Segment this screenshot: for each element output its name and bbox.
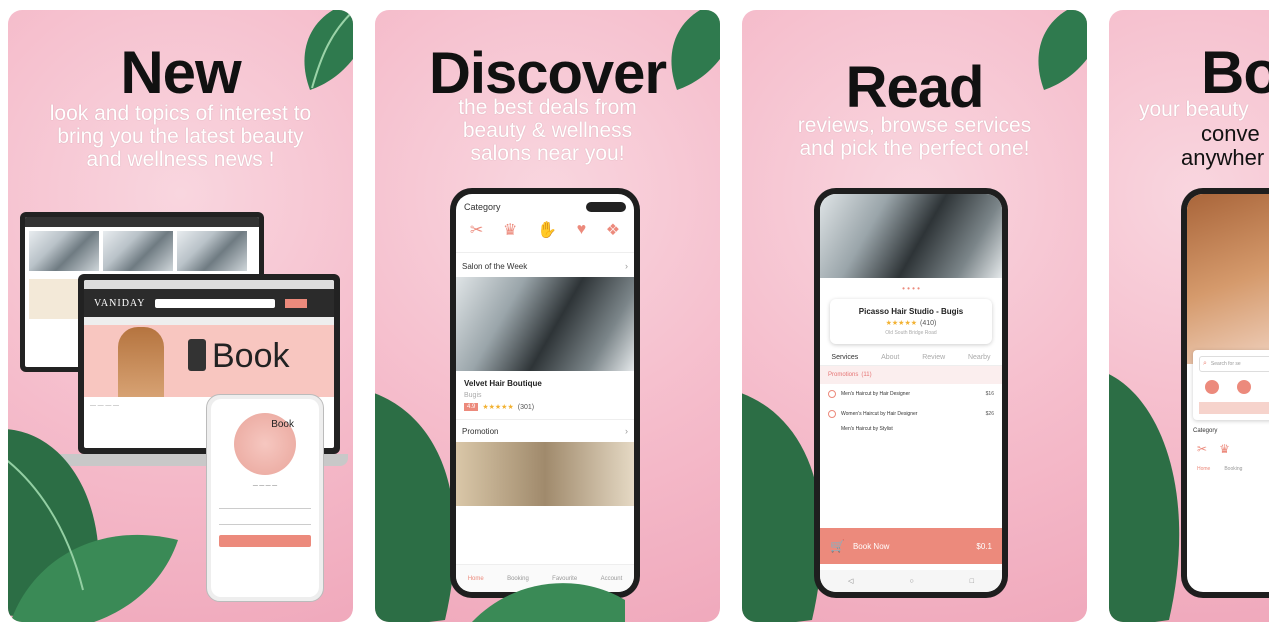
search-placeholder: Search for se bbox=[1210, 361, 1241, 367]
panel-subtitle: the best deals from beauty & wellness sa… bbox=[375, 96, 720, 165]
panel-title: Bo bbox=[1201, 39, 1269, 106]
star-rating-icon: ★★★★★ bbox=[885, 320, 918, 327]
chevron-right-icon[interactable]: › bbox=[625, 261, 628, 271]
service-row[interactable]: Men's Haircut by Stylist bbox=[820, 424, 1002, 434]
promotion-label: Promotion bbox=[462, 426, 499, 436]
tab-review[interactable]: Review bbox=[922, 354, 945, 361]
category-hair-icon[interactable]: ✂ bbox=[1197, 442, 1207, 456]
phone-book-label: Book bbox=[271, 419, 294, 430]
nav-booking[interactable]: Booking bbox=[1224, 466, 1242, 472]
subtitle-line: look and topics of interest to bbox=[49, 102, 312, 125]
subtitle-line: and pick the perfect one! bbox=[799, 137, 1030, 160]
panel-subtitle: your beauty bbox=[1139, 98, 1269, 121]
home-icon[interactable]: ○ bbox=[909, 578, 913, 585]
hero-photo bbox=[1187, 194, 1269, 364]
panel-subtitle: reviews, browse services and pick the pe… bbox=[742, 114, 1087, 160]
panel-title: Read bbox=[845, 55, 985, 120]
web-logo: VANIDAY bbox=[94, 297, 146, 309]
search-input[interactable]: ⌕ Search for se bbox=[1199, 356, 1269, 372]
service-row[interactable]: Men's Haircut by Hair Designer $16 bbox=[820, 384, 1002, 404]
leaf-bottom-icon bbox=[472, 583, 625, 622]
panel-subtitle: look and topics of interest to bring you… bbox=[8, 102, 353, 171]
web-search-button[interactable] bbox=[285, 298, 308, 308]
category-nails-icon[interactable]: ♛ bbox=[1219, 442, 1230, 456]
rating-count: (301) bbox=[517, 403, 535, 411]
cart-icon: 🛒 bbox=[830, 539, 845, 553]
chevron-right-icon[interactable]: › bbox=[625, 426, 628, 436]
panel-subtitle-continued: conve anywher bbox=[1181, 122, 1264, 170]
subtitle-line: conve bbox=[1201, 121, 1260, 146]
subtitle-line: beauty & wellness bbox=[462, 119, 633, 142]
phone-email-field[interactable] bbox=[219, 499, 311, 509]
tab-services[interactable]: Services bbox=[831, 354, 858, 361]
panel-new: New look and topics of interest to bring… bbox=[8, 10, 353, 622]
tab-about[interactable]: About bbox=[881, 354, 899, 361]
salon-photo[interactable] bbox=[456, 277, 634, 371]
date-icon[interactable] bbox=[1237, 380, 1251, 394]
panel-read: Read reviews, browse services and pick t… bbox=[742, 10, 1087, 622]
salon-name: Picasso Hair Studio - Bugis bbox=[858, 307, 964, 316]
star-rating-icon: ★★★★★ bbox=[482, 404, 514, 411]
promotions-count: (11) bbox=[861, 372, 872, 378]
salon-name: Velvet Hair Boutique bbox=[464, 379, 542, 388]
phone-mockup: Book — — — — bbox=[206, 394, 324, 602]
phone-password-field[interactable] bbox=[219, 515, 311, 525]
salon-photo[interactable] bbox=[820, 194, 1002, 278]
promotions-label: Promotions bbox=[828, 372, 859, 378]
category-face-icon[interactable]: ♥ bbox=[577, 221, 587, 239]
phone-mockup: Category ✂ ♛ ✋ ♥ ❖ Salon of the Week › V… bbox=[450, 188, 640, 598]
service-price: $16 bbox=[985, 391, 994, 397]
subtitle-line: bring you the latest beauty bbox=[57, 125, 304, 148]
subtitle-line: salons near you! bbox=[470, 142, 625, 165]
add-service-icon[interactable] bbox=[828, 390, 836, 398]
service-name: Men's Haircut by Stylist bbox=[841, 426, 893, 432]
service-list: Men's Haircut by Hair Designer $16 Women… bbox=[820, 384, 1002, 434]
panel-book: Bo your beauty conve anywher ⌕ Search fo… bbox=[1109, 10, 1269, 622]
leaf-bottom-icon bbox=[8, 429, 178, 622]
screenshot-strip: New look and topics of interest to bring… bbox=[0, 0, 1269, 627]
salon-address: Old South Bridge Road bbox=[885, 330, 937, 336]
category-spa-icon[interactable]: ❖ bbox=[606, 220, 620, 240]
web-search-input[interactable] bbox=[155, 298, 276, 308]
category-label: Category bbox=[464, 202, 501, 212]
back-icon[interactable]: ◁ bbox=[848, 577, 853, 585]
subtitle-line: and wellness news ! bbox=[86, 148, 275, 171]
panel-discover: Discover the best deals from beauty & we… bbox=[375, 10, 720, 622]
panel-title: New bbox=[120, 39, 241, 106]
search-icon: ⌕ bbox=[1203, 360, 1207, 367]
salon-location: Bugis bbox=[464, 392, 482, 399]
phone-mockup: ⌕ Search for se Category ✂ ♛ Home Bookin… bbox=[1181, 188, 1269, 598]
book-now-label: Book Now bbox=[852, 541, 890, 551]
subtitle-line: the best deals from bbox=[458, 96, 637, 119]
location-icon[interactable] bbox=[1205, 380, 1219, 394]
promotion-photo[interactable] bbox=[456, 442, 634, 506]
subtitle-line: reviews, browse services bbox=[797, 114, 1032, 137]
service-name: Men's Haircut by Hair Designer bbox=[841, 391, 911, 397]
rating-badge: 4.9 bbox=[464, 403, 479, 411]
rating-count: (410) bbox=[920, 319, 937, 327]
service-row[interactable]: Women's Haircut by Hair Designer $26 bbox=[820, 404, 1002, 424]
phone-mockup: • • • • Picasso Hair Studio - Bugis ★★★★… bbox=[814, 188, 1008, 598]
phone-signin-button[interactable] bbox=[219, 535, 311, 547]
category-massage-icon[interactable]: ✋ bbox=[537, 220, 557, 240]
add-service-icon[interactable] bbox=[828, 410, 836, 418]
recents-icon[interactable]: □ bbox=[970, 578, 974, 585]
category-hair-icon[interactable]: ✂ bbox=[470, 220, 483, 240]
salon-week-label: Salon of the Week bbox=[462, 261, 528, 271]
category-label: Category bbox=[1193, 428, 1218, 434]
category-nails-icon[interactable]: ♛ bbox=[503, 220, 517, 240]
web-hero-text: Book bbox=[212, 337, 290, 375]
service-name: Women's Haircut by Hair Designer bbox=[841, 411, 918, 417]
book-now-bar[interactable]: 🛒 Book Now $0.1 bbox=[820, 528, 1002, 564]
service-price: $26 bbox=[985, 411, 994, 417]
nav-home[interactable]: Home bbox=[1197, 466, 1210, 472]
tab-nearby[interactable]: Nearby bbox=[968, 354, 991, 361]
subtitle-line: your beauty bbox=[1139, 98, 1249, 121]
book-now-price: $0.1 bbox=[976, 541, 992, 551]
subtitle-line: anywher bbox=[1181, 145, 1265, 170]
